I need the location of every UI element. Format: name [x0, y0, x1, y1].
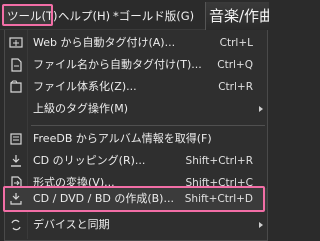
window-section-title: 音楽/作曲 — [205, 2, 269, 30]
menu-item-label: CD のリッピング(R)... — [33, 154, 146, 167]
menu-item-shortcut: Ctrl+R — [218, 81, 253, 93]
rip-cd-icon — [9, 154, 23, 168]
menu-item-advanced-tags[interactable]: 上級のタグ操作(M) — [5, 98, 267, 120]
menu-item-shortcut: Ctrl+L — [219, 37, 253, 49]
menu-item-label: デバイスと同期 — [33, 218, 110, 231]
menu-item-shortcut: Ctrl+Q — [217, 59, 253, 71]
organize-icon — [9, 80, 23, 94]
menu-help[interactable]: ヘルプ(H) — [58, 6, 110, 26]
menu-tools[interactable]: ツール(T) — [3, 6, 58, 26]
tools-dropdown-menu: Web から自動タグ付け(A)... Ctrl+L ファイル名から自動タグ付け(… — [4, 30, 268, 241]
menu-item-label: FreeDB からアルバム情報を取得(F) — [33, 132, 212, 145]
menu-item-label: ファイル体系化(Z)... — [33, 80, 137, 93]
menu-item-label: CD / DVD / BD の作成(B)... — [33, 192, 174, 205]
menu-item-label: Web から自動タグ付け(A)... — [33, 36, 176, 49]
web-tag-icon — [9, 36, 23, 50]
menu-item-shortcut: Shift+Ctrl+D — [184, 193, 253, 205]
menu-item-burn-disc[interactable]: CD / DVD / BD の作成(B)... Shift+Ctrl+D — [5, 188, 267, 210]
submenu-arrow-icon — [259, 222, 263, 228]
menu-item-filename-autotag[interactable]: ファイル名から自動タグ付け(T)... Ctrl+Q — [5, 54, 267, 76]
menu-item-label: ファイル名から自動タグ付け(T)... — [33, 58, 202, 71]
burn-disc-icon — [9, 192, 23, 206]
file-tag-icon — [9, 58, 23, 72]
menu-item-label: 上級のタグ操作(M) — [33, 102, 129, 115]
menu-gold[interactable]: *ゴールド版(G) — [113, 6, 194, 26]
menu-item-rip-cd[interactable]: CD のリッピング(R)... Shift+Ctrl+R — [5, 150, 267, 172]
submenu-arrow-icon — [259, 106, 263, 112]
menu-item-sync-device[interactable]: デバイスと同期 — [5, 214, 267, 236]
sync-icon — [9, 218, 23, 232]
menu-item-freedb[interactable]: FreeDB からアルバム情報を取得(F) — [5, 128, 267, 150]
menu-separator — [31, 125, 265, 126]
menu-item-organize-files[interactable]: ファイル体系化(Z)... Ctrl+R — [5, 76, 267, 98]
menu-item-shortcut: Shift+Ctrl+R — [185, 155, 253, 167]
menu-bar: ツール(T) ヘルプ(H) *ゴールド版(G) 音楽/作曲 — [0, 0, 269, 30]
menu-item-web-autotag[interactable]: Web から自動タグ付け(A)... Ctrl+L — [5, 32, 267, 54]
freedb-icon — [9, 132, 23, 146]
